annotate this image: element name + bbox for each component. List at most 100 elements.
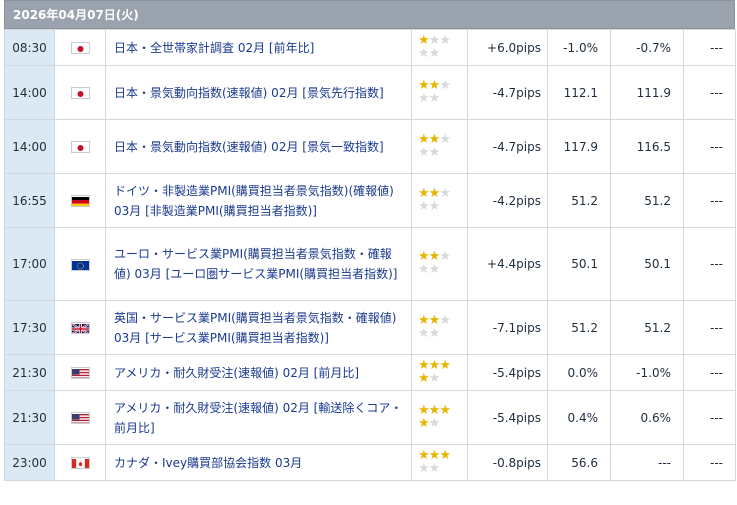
forecast-value: 51.2 xyxy=(610,300,684,355)
star-icon: ★ xyxy=(418,325,430,341)
event-time: 17:30 xyxy=(4,300,55,355)
previous-value: --- xyxy=(683,173,736,228)
previous-value: --- xyxy=(683,65,736,120)
forecast-value: 0.6% xyxy=(610,390,684,445)
pips-value: -4.2pips xyxy=(467,173,548,228)
result-value: 51.2 xyxy=(547,300,611,355)
forecast-value: -0.7% xyxy=(610,29,684,66)
table-row: 14:00 日本・景気動向指数(速報値) 02月 [景気一致指数] ★★★ ★★ -4.… xyxy=(4,119,736,174)
country-flag xyxy=(54,173,106,228)
star-icon: ★ xyxy=(428,325,441,341)
star-icon: ★ xyxy=(428,415,441,431)
importance-cell: ★★★ ★★ xyxy=(411,119,468,174)
star-icon: ★ xyxy=(439,32,451,48)
star-icon: ★ xyxy=(439,77,451,93)
star-icon: ★ xyxy=(439,447,451,463)
table-row: 21:30 アメリカ・耐久財受注(速報値) 02月 [前月比] ★★★ ★★ -5.4p… xyxy=(4,354,736,391)
star-icon: ★ xyxy=(418,90,430,106)
us-flag-icon xyxy=(70,367,90,379)
event-time: 14:00 xyxy=(4,119,55,174)
event-link[interactable]: 英国・サービス業PMI(購買担当者景気指数・確報値) 03月 [サービス業PMI… xyxy=(105,300,412,355)
importance-cell: ★★★ ★★ xyxy=(411,300,468,355)
country-flag xyxy=(54,65,106,120)
previous-value: --- xyxy=(683,119,736,174)
previous-value: --- xyxy=(683,444,736,481)
star-icon: ★ xyxy=(439,402,451,418)
importance-stars: ★★★ ★★ xyxy=(418,133,467,160)
forecast-value: --- xyxy=(610,444,684,481)
star-icon: ★ xyxy=(418,415,430,431)
pips-value: +6.0pips xyxy=(467,29,548,66)
country-flag xyxy=(54,227,106,301)
star-icon: ★ xyxy=(418,262,430,277)
country-flag xyxy=(54,354,106,391)
event-time: 21:30 xyxy=(4,390,55,445)
result-value: 112.1 xyxy=(547,65,611,120)
importance-stars: ★★★ ★★ xyxy=(418,32,467,61)
event-time: 14:00 xyxy=(4,65,55,120)
pips-value: -7.1pips xyxy=(467,300,548,355)
result-value: 51.2 xyxy=(547,173,611,228)
pips-value: -5.4pips xyxy=(467,354,548,391)
star-icon: ★ xyxy=(428,90,441,106)
result-value: 0.4% xyxy=(547,390,611,445)
eu-flag-icon xyxy=(70,258,90,271)
pips-value: -4.7pips xyxy=(467,65,548,120)
pips-value: +4.4pips xyxy=(467,227,548,301)
ca-flag-icon xyxy=(70,457,90,469)
gb-flag-icon xyxy=(70,322,90,334)
star-icon: ★ xyxy=(428,45,441,61)
event-time: 16:55 xyxy=(4,173,55,228)
importance-stars: ★★★ ★★ xyxy=(418,447,467,476)
de-flag-icon xyxy=(70,195,90,207)
table-row: 16:55 ドイツ・非製造業PMI(購買担当者景気指数)(確報値) 03月 [非製… xyxy=(4,173,736,228)
star-icon: ★ xyxy=(428,144,441,160)
star-icon: ★ xyxy=(428,370,441,386)
importance-cell: ★★★ ★★ xyxy=(411,354,468,391)
importance-stars: ★★★ ★★ xyxy=(418,357,467,386)
pips-value: -5.4pips xyxy=(467,390,548,445)
table-row: 23:00 カナダ・Ivey購買部協会指数 03月 ★★★ ★★ -0.8pips 56.… xyxy=(4,444,736,481)
event-time: 23:00 xyxy=(4,444,55,481)
table-row: 14:00 日本・景気動向指数(速報値) 02月 [景気先行指数] ★★★ ★★ -4.… xyxy=(4,65,736,120)
table-row: 17:30 英国・サービス業PMI(購買担当者景気指数・確報値) 03月 [サービ… xyxy=(4,300,736,355)
star-icon: ★ xyxy=(418,45,430,61)
star-icon: ★ xyxy=(439,312,451,328)
previous-value: --- xyxy=(683,354,736,391)
date-header: 2026年04月07日(火) xyxy=(4,0,735,29)
pips-value: -0.8pips xyxy=(467,444,548,481)
previous-value: --- xyxy=(683,390,736,445)
event-link[interactable]: アメリカ・耐久財受注(速報値) 02月 [輸送除くコア・前月比] xyxy=(105,390,412,445)
star-icon: ★ xyxy=(418,370,430,386)
event-link[interactable]: カナダ・Ivey購買部協会指数 03月 xyxy=(105,444,412,481)
event-link[interactable]: ドイツ・非製造業PMI(購買担当者景気指数)(確報値) 03月 [非製造業PMI… xyxy=(105,173,412,228)
event-time: 08:30 xyxy=(4,29,55,66)
table-row: 17:00 ユーロ・サービス業PMI(購買担当者景気指数・確報値) 03月 [ユー… xyxy=(4,227,736,301)
forecast-value: 51.2 xyxy=(610,173,684,228)
country-flag xyxy=(54,300,106,355)
event-link[interactable]: 日本・景気動向指数(速報値) 02月 [景気一致指数] xyxy=(105,119,412,174)
country-flag xyxy=(54,390,106,445)
table-row: 21:30 アメリカ・耐久財受注(速報値) 02月 [輸送除くコア・前月比] ★★★… xyxy=(4,390,736,445)
previous-value: --- xyxy=(683,29,736,66)
importance-cell: ★★★ ★★ xyxy=(411,29,468,66)
forecast-value: 111.9 xyxy=(610,65,684,120)
us-flag-icon xyxy=(70,412,90,424)
country-flag xyxy=(54,29,106,66)
star-icon: ★ xyxy=(428,262,441,277)
star-icon: ★ xyxy=(428,198,441,214)
importance-stars: ★★★ ★★ xyxy=(418,185,467,214)
economic-calendar-table: 08:30 日本・全世帯家計調査 02月 [前年比] ★★★ ★★ +6.0pips -1… xyxy=(4,29,736,481)
event-link[interactable]: ユーロ・サービス業PMI(購買担当者景気指数・確報値) 03月 [ユーロ圏サービ… xyxy=(105,227,412,301)
event-link[interactable]: アメリカ・耐久財受注(速報値) 02月 [前月比] xyxy=(105,354,412,391)
importance-cell: ★★★ ★★ xyxy=(411,390,468,445)
table-row: 08:30 日本・全世帯家計調査 02月 [前年比] ★★★ ★★ +6.0pips -1… xyxy=(4,29,736,66)
event-link[interactable]: 日本・景気動向指数(速報値) 02月 [景気先行指数] xyxy=(105,65,412,120)
importance-cell: ★★★ ★★ xyxy=(411,227,468,301)
importance-stars: ★★★ ★★ xyxy=(418,312,467,341)
star-icon: ★ xyxy=(418,144,430,160)
jp-flag-icon xyxy=(70,141,90,153)
star-icon: ★ xyxy=(439,357,451,373)
event-link[interactable]: 日本・全世帯家計調査 02月 [前年比] xyxy=(105,29,412,66)
star-icon: ★ xyxy=(439,185,451,201)
